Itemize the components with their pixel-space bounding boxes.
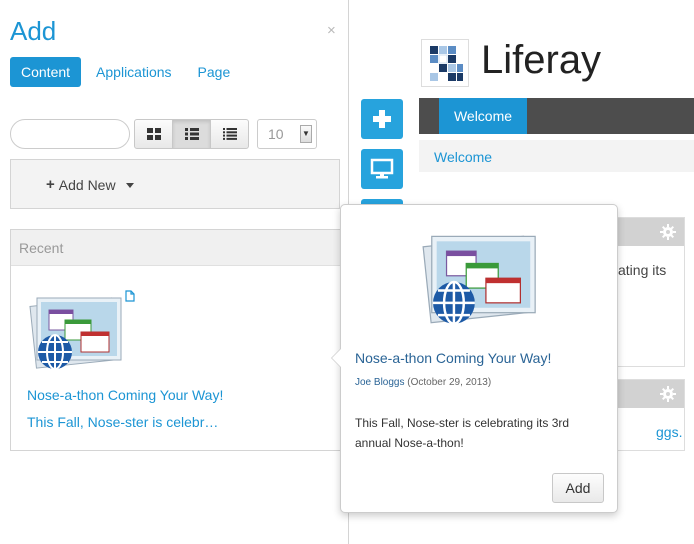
content-preview-popover: Nose-a-thon Coming Your Way! Joe Bloggs … — [331, 204, 618, 513]
plus-icon: + — [46, 176, 55, 193]
recent-section: Recent Nose-a-thon Coming Your Way! This… — [10, 229, 350, 451]
site-name[interactable]: Liferay — [481, 38, 601, 83]
site-logo[interactable] — [421, 39, 469, 87]
popover-title: Nose-a-thon Coming Your Way! — [355, 350, 552, 366]
per-page-value: 10 — [268, 126, 284, 142]
dropdown-arrow-icon: ▼ — [300, 125, 312, 143]
gear-icon[interactable] — [660, 224, 676, 240]
add-new-label: Add New — [58, 176, 116, 193]
add-button[interactable]: Add — [552, 473, 604, 503]
close-icon[interactable]: × — [327, 22, 336, 39]
add-panel: Add × Content Applications Page 10 ▼ + A… — [0, 0, 350, 544]
list-detail-icon — [184, 128, 199, 140]
add-new-button[interactable]: + Add New — [46, 176, 134, 193]
monitor-icon — [370, 158, 394, 179]
panel-title: Add — [10, 16, 57, 46]
document-icon — [125, 290, 135, 302]
grid-icon — [146, 128, 161, 140]
publish-date: (October 29, 2013) — [407, 377, 492, 388]
search-input[interactable] — [10, 119, 130, 149]
nav-item-welcome[interactable]: Welcome — [439, 98, 527, 134]
gear-icon[interactable] — [660, 386, 676, 402]
list-view-button[interactable] — [210, 119, 249, 149]
per-page-select[interactable]: 10 ▼ — [257, 119, 317, 149]
portlet-2-link[interactable]: ggs. — [656, 424, 682, 440]
author-name: Joe Bloggs — [355, 377, 405, 388]
tab-applications[interactable]: Applications — [85, 57, 183, 87]
web-content-thumbnail[interactable] — [29, 292, 125, 370]
portlet-1-text: ating its — [618, 262, 667, 278]
caret-down-icon — [125, 183, 134, 188]
add-tabs: Content Applications Page — [10, 57, 245, 87]
breadcrumb: Welcome — [419, 140, 694, 172]
recent-item-title[interactable]: Nose-a-thon Coming Your Way! — [27, 387, 223, 403]
dock-preview-button[interactable] — [361, 149, 403, 189]
breadcrumb-item[interactable]: Welcome — [434, 149, 492, 165]
liferay-logo-icon — [430, 46, 463, 81]
recent-item-summary[interactable]: This Fall, Nose-ster is celebr… — [27, 414, 218, 430]
add-new-bar: + Add New — [10, 159, 340, 209]
dock-add-button[interactable] — [361, 99, 403, 139]
plus-icon — [373, 110, 391, 128]
popover-arrow — [331, 348, 341, 368]
icon-view-button[interactable] — [134, 119, 173, 149]
view-mode-group — [134, 119, 249, 149]
descriptive-view-button[interactable] — [172, 119, 211, 149]
tab-page[interactable]: Page — [187, 57, 242, 87]
web-content-preview-image — [422, 235, 536, 325]
list-icon — [222, 128, 237, 140]
popover-description: This Fall, Nose-ster is celebrating its … — [355, 416, 570, 450]
navigation-bar: Welcome — [419, 98, 694, 134]
popover-meta: Joe Bloggs (October 29, 2013) — [355, 377, 491, 388]
tab-content[interactable]: Content — [10, 57, 82, 87]
recent-header: Recent — [11, 230, 349, 266]
